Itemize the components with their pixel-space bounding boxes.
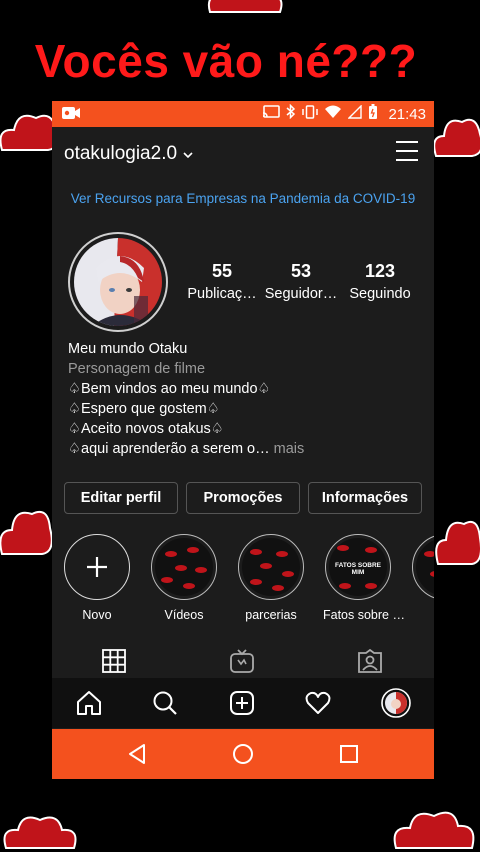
back-icon[interactable] bbox=[127, 743, 147, 770]
profile-actions: Editar perfil Promoções Informações bbox=[64, 482, 422, 514]
bio-line-last: ♤aqui aprenderão a serem o… mais bbox=[68, 439, 418, 459]
facts-cover: FATOS SOBRE MIM bbox=[329, 538, 387, 596]
grid-icon[interactable] bbox=[102, 649, 126, 678]
info-button[interactable]: Informações bbox=[308, 482, 422, 514]
profile-avatar-tab[interactable] bbox=[381, 688, 411, 723]
highlight-label: Novo bbox=[82, 608, 112, 622]
status-bar: 21:43 bbox=[52, 101, 434, 127]
profile-category: Personagem de filme bbox=[68, 361, 206, 377]
signal-icon bbox=[347, 103, 363, 124]
highlight-new[interactable]: Novo bbox=[62, 534, 132, 622]
highlight-videos[interactable]: Vídeos bbox=[149, 534, 219, 622]
highlight-partial[interactable]: m bbox=[410, 534, 434, 622]
followers-count-value: 53 bbox=[290, 261, 312, 281]
following-count[interactable]: 123 Seguindo bbox=[344, 261, 416, 302]
highlight-label: Fatos sobre … bbox=[323, 608, 405, 622]
akatsuki-cloud-decoration bbox=[432, 98, 480, 168]
profile-bio: Meu mundo Otaku Personagem de filme ♤Bem… bbox=[68, 339, 418, 459]
avatar-image bbox=[74, 238, 162, 326]
followers-count-label: Seguidor… bbox=[264, 286, 338, 302]
cloud-pattern-cover bbox=[416, 538, 434, 596]
heart-icon[interactable] bbox=[305, 690, 331, 721]
profile-avatar[interactable] bbox=[68, 232, 168, 332]
posts-count-label: Publicaç… bbox=[187, 286, 257, 302]
cloud-pattern-cover bbox=[242, 538, 300, 596]
bio-line: ♤Aceito novos otakus♤ bbox=[68, 421, 224, 437]
cast-icon bbox=[262, 104, 281, 124]
account-switcher[interactable]: otakulogia2.0 bbox=[64, 143, 193, 165]
add-post-icon[interactable] bbox=[229, 690, 255, 721]
akatsuki-cloud-decoration bbox=[0, 808, 80, 852]
story-highlights: Novo Vídeos parcerias FATOS SOBRE MIM Fa… bbox=[52, 534, 434, 624]
status-time: 21:43 bbox=[388, 105, 426, 123]
recents-icon[interactable] bbox=[339, 744, 359, 769]
promotions-button[interactable]: Promoções bbox=[186, 482, 300, 514]
bio-line: ♤aqui aprenderão a serem o… bbox=[68, 441, 270, 457]
akatsuki-cloud-decoration bbox=[434, 496, 480, 576]
highlight-label: Vídeos bbox=[164, 608, 204, 622]
android-navigation-bar bbox=[52, 729, 434, 779]
edit-profile-button[interactable]: Editar perfil bbox=[64, 482, 178, 514]
plus-icon bbox=[64, 534, 130, 600]
akatsuki-cloud-decoration bbox=[0, 100, 60, 160]
overlay-caption: Vocês vão né??? bbox=[34, 35, 418, 87]
bio-line: ♤Bem vindos ao meu mundo♤ bbox=[68, 381, 271, 397]
highlight-facts[interactable]: FATOS SOBRE MIM Fatos sobre … bbox=[323, 534, 405, 622]
hamburger-menu-icon[interactable] bbox=[396, 141, 418, 163]
search-icon[interactable] bbox=[152, 690, 178, 721]
posts-count[interactable]: 55 Publicaç… bbox=[186, 261, 258, 302]
bio-more-link[interactable]: mais bbox=[270, 441, 305, 457]
bottom-navigation bbox=[52, 678, 434, 728]
username-label: otakulogia2.0 bbox=[64, 143, 178, 164]
business-resources-link[interactable]: Ver Recursos para Empresas na Pandemia d… bbox=[52, 191, 434, 206]
phone-screen: 21:43 otakulogia2.0 Ver Recursos para Em… bbox=[52, 101, 434, 779]
profile-header: otakulogia2.0 bbox=[52, 127, 434, 179]
profile-tabs bbox=[52, 648, 434, 679]
cloud-pattern-cover bbox=[155, 538, 213, 596]
akatsuki-cloud-decoration bbox=[390, 800, 480, 852]
followers-count[interactable]: 53 Seguidor… bbox=[264, 261, 338, 302]
akatsuki-cloud-decoration bbox=[200, 0, 290, 22]
akatsuki-cloud-decoration bbox=[0, 486, 54, 566]
bio-line: ♤Espero que gostem♤ bbox=[68, 401, 220, 417]
tagged-icon[interactable] bbox=[358, 648, 382, 678]
highlight-cover-text: FATOS SOBRE MIM bbox=[335, 562, 381, 576]
bluetooth-icon bbox=[286, 103, 296, 124]
following-count-value: 123 bbox=[364, 261, 396, 281]
posts-count-value: 55 bbox=[211, 261, 233, 281]
video-camera-icon bbox=[62, 106, 80, 125]
wifi-icon bbox=[324, 105, 342, 124]
highlight-label: parcerias bbox=[245, 608, 297, 622]
home-circle-icon[interactable] bbox=[232, 743, 254, 770]
battery-icon bbox=[368, 103, 378, 125]
home-icon[interactable] bbox=[76, 690, 102, 721]
chevron-down-icon bbox=[183, 143, 193, 165]
igtv-icon[interactable] bbox=[230, 649, 254, 678]
vibrate-icon bbox=[302, 104, 319, 124]
highlight-partners[interactable]: parcerias bbox=[236, 534, 306, 622]
display-name: Meu mundo Otaku bbox=[68, 341, 188, 357]
highlight-label: m bbox=[410, 608, 434, 622]
following-count-label: Seguindo bbox=[349, 286, 411, 302]
